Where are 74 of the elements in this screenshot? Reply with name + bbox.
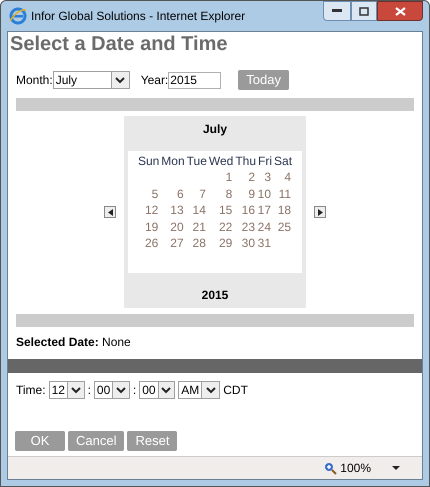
selected-date-label: Selected Date: [16,335,99,349]
maximize-button[interactable] [351,1,377,21]
calendar-day[interactable]: 12 [144,203,158,217]
time-separator: : [88,382,91,399]
selected-date-value: None [102,335,131,349]
calendar-day[interactable]: 6 [176,186,184,200]
time-zone: CDT [223,382,248,399]
calendar-day[interactable]: 4 [284,170,292,184]
calendar-day[interactable]: 20 [170,220,184,234]
window-title: Infor Global Solutions - Internet Explorer [31,8,246,25]
action-button[interactable]: Cancel [68,431,124,451]
calendar-day[interactable]: 27 [170,236,184,250]
calendar-day[interactable]: 17 [258,203,272,217]
calendar-month: July [202,121,227,138]
calendar-day[interactable]: 5 [152,186,158,200]
calendar-day[interactable]: 13 [170,203,184,217]
dropdown-arrow-icon[interactable] [392,466,400,470]
page-heading: Select a Date and Time [10,33,228,55]
next-month-button[interactable] [314,206,326,218]
calendar-day[interactable]: 28 [192,236,206,250]
dropdown[interactable]: 00 [139,381,176,399]
restore-icon [359,6,369,16]
dropdown[interactable]: AM [178,381,220,399]
weekday-header: Wed [208,153,234,169]
calendar-day[interactable]: 19 [144,220,158,234]
year-label: Year: [140,72,168,89]
weekday-header: Mon [160,153,186,169]
dropdown[interactable]: 12 [48,381,85,399]
calendar-day[interactable]: 2 [248,170,256,184]
calendar-day[interactable]: 31 [258,236,272,250]
zoom-icon [324,462,338,474]
previous-month-button[interactable] [104,206,116,218]
calendar-day[interactable]: 30 [242,236,256,250]
weekday-header: Sat [273,153,294,169]
minimize-icon [332,9,342,13]
weekday-header: Fri [257,153,274,169]
calendar-day[interactable]: 8 [226,186,232,200]
time-separator: : [132,382,136,399]
weekday-header: Tue [186,153,208,169]
calendar-day[interactable]: 10 [258,186,272,200]
calendar-day[interactable]: 24 [258,220,272,234]
calendar-day[interactable]: 23 [242,220,256,234]
calendar-day[interactable]: 11 [278,186,292,200]
calendar-day[interactable]: 25 [278,220,292,234]
calendar-day[interactable]: 7 [199,186,206,200]
calendar-day[interactable]: 22 [218,220,232,234]
time-label: Time: [16,382,46,399]
close-icon [394,6,406,16]
year-field[interactable]: 2015 [168,72,222,88]
calendar-day[interactable]: 16 [242,203,256,217]
left-arrow-icon [108,208,112,216]
weekday-header: Sun [136,153,160,169]
browser-logo-icon [9,7,27,25]
action-button[interactable]: Reset [127,431,178,451]
calendar-day[interactable]: 29 [218,236,232,250]
calendar-day[interactable]: 18 [278,203,292,217]
action-button[interactable]: OK [15,431,65,451]
calendar-day[interactable]: 15 [218,203,232,217]
calendar-day[interactable]: 3 [264,170,272,184]
calendar-day[interactable]: 21 [192,220,206,234]
today-button[interactable]: Today [238,70,289,90]
calendar-year: 2015 [202,287,228,304]
weekday-header: Thu [234,153,258,169]
right-arrow-icon [318,208,322,216]
dropdown[interactable]: 00 [94,381,130,399]
calendar-day[interactable]: 9 [248,186,256,200]
calendar-day[interactable]: 1 [226,170,232,184]
zoom-level[interactable]: 100% [340,459,371,477]
calendar-day[interactable]: 26 [144,236,158,250]
close-button[interactable] [377,1,423,21]
month-label: Month: [16,72,53,89]
calendar-day[interactable]: 14 [192,203,206,217]
minimize-button[interactable] [323,1,351,21]
dropdown[interactable]: July [52,71,130,89]
